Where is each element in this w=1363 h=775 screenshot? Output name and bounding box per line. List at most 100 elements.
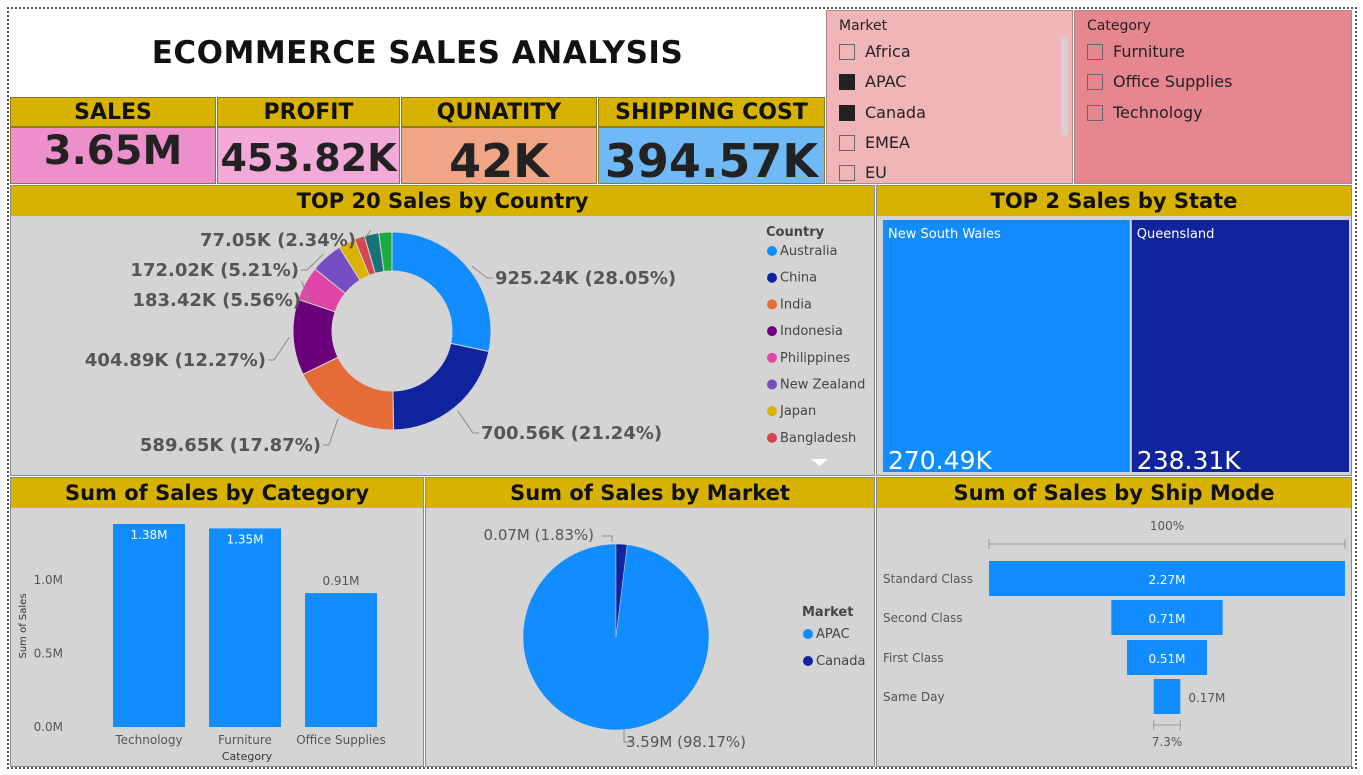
legend-label: Philippines <box>780 351 850 366</box>
legend-label: Indonesia <box>780 324 843 339</box>
market-pie-chart: 0.07M (1.83%) 3.59M (98.17%) Market APAC Can… <box>484 526 866 751</box>
legend-scroll-down-icon[interactable] <box>811 459 828 466</box>
country-donut-chart: 925.24K (28.05%) 700.56K (21.24%) 589.65K … <box>85 225 865 466</box>
funnel-value-label: 2.27M <box>1148 573 1185 587</box>
category-bar <box>113 524 185 727</box>
funnel-bar <box>1153 679 1181 714</box>
y-tick-label: 1.0M <box>34 573 63 587</box>
legend-label: Canada <box>816 654 865 669</box>
category-option-furniture[interactable]: Furniture <box>1087 42 1185 61</box>
legend-dot <box>803 656 813 666</box>
category-option-technology[interactable]: Technology <box>1087 103 1203 122</box>
legend-label: Japan <box>779 404 816 419</box>
treemap-tile <box>1131 220 1349 472</box>
option-label: Technology <box>1113 103 1203 122</box>
legend-dot <box>767 299 777 310</box>
kpi-profit-value: 453.82K <box>217 127 400 184</box>
checkbox[interactable] <box>839 104 855 121</box>
market-slicer: Market Africa APAC Canada EMEA EU <box>826 10 1073 184</box>
donut-data-label: 700.56K (21.24%) <box>481 423 662 444</box>
leader-line <box>602 535 613 542</box>
legend-label: New Zealand <box>780 378 865 393</box>
funnel-bottom-percent: 7.3% <box>1152 735 1183 749</box>
donut-data-label: 77.05K (2.34%) <box>200 230 356 251</box>
category-bar <box>209 528 281 727</box>
funnel-value-label: 0.17M <box>1188 691 1225 705</box>
legend-dot <box>767 326 777 337</box>
legend-label: Australia <box>780 244 838 259</box>
x-tick-label: Technology <box>114 733 182 747</box>
checkbox[interactable] <box>839 73 855 90</box>
option-label: APAC <box>865 72 907 91</box>
kpi-sales-label: SALES <box>10 97 216 127</box>
legend-dot <box>767 352 777 363</box>
market-option-canada[interactable]: Canada <box>839 103 926 122</box>
x-tick-label: Office Supplies <box>296 733 386 747</box>
market-option-apac[interactable]: APAC <box>839 72 906 91</box>
funnel-category-label: First Class <box>883 651 944 665</box>
slicer-scrollbar[interactable] <box>1061 37 1068 135</box>
legend-dot <box>767 246 777 256</box>
donut-data-label: 404.89K (12.27%) <box>85 350 266 371</box>
legend-dot <box>767 379 777 390</box>
donut-data-label: 172.02K (5.21%) <box>130 260 299 281</box>
checkbox[interactable] <box>839 134 855 151</box>
leader-line <box>457 410 479 434</box>
state-chart-title: TOP 2 Sales by State <box>877 186 1351 216</box>
funnel-value-label: 0.51M <box>1148 652 1185 666</box>
legend-title: Market <box>802 605 853 620</box>
funnel-top-percent: 100% <box>1150 519 1184 533</box>
y-tick-label: 0.5M <box>34 646 63 660</box>
market-chart-title: Sum of Sales by Market <box>426 478 874 508</box>
treemap-tile-value: 270.49K <box>888 446 992 475</box>
kpi-shipping-value: 394.57K <box>598 127 825 184</box>
market-slicer-title: Market <box>839 18 888 34</box>
market-option-eu[interactable]: EU <box>839 163 887 182</box>
kpi-quantity-value: 42K <box>401 127 597 188</box>
x-axis-label: Category <box>222 750 273 763</box>
market-option-emea[interactable]: EMEA <box>839 133 910 152</box>
leader-line <box>268 337 290 361</box>
shipmode-funnel-chart: 100% Standard Class 2.27M Second Class 0.71M… <box>883 519 1346 749</box>
treemap-tile-name: Queensland <box>1137 227 1215 242</box>
checkbox[interactable] <box>1087 43 1103 60</box>
bar-data-label: 0.91M <box>322 574 359 588</box>
category-chart-title: Sum of Sales by Category <box>11 478 423 508</box>
kpi-profit-label: PROFIT <box>217 97 400 127</box>
pie-data-label: 0.07M (1.83%) <box>484 526 594 544</box>
market-option-africa[interactable]: Africa <box>839 42 911 61</box>
kpi-shipping-label: SHIPPING COST <box>598 97 825 127</box>
pie-data-label: 3.59M (98.17%) <box>626 733 746 751</box>
funnel-category-label: Same Day <box>883 690 945 704</box>
option-label: Office Supplies <box>1113 72 1233 91</box>
category-slicer: Category Furniture Office Supplies Techn… <box>1074 10 1352 184</box>
page-title: ECOMMERCE SALES ANALYSIS <box>151 35 684 71</box>
leader-line <box>323 418 339 446</box>
treemap-tile <box>883 220 1130 472</box>
legend-label: APAC <box>816 627 850 642</box>
legend-dot <box>767 406 777 417</box>
option-label: Furniture <box>1113 42 1185 61</box>
legend-label: India <box>780 297 812 312</box>
y-tick-label: 0.0M <box>34 720 63 734</box>
category-bar-chart: 0.0M 0.5M 1.0M Sum of Sales 1.38M Technology 1… <box>18 524 386 763</box>
category-slicer-title: Category <box>1087 18 1151 34</box>
shipmode-sales-panel: Sum of Sales by Ship Mode 100% Standard C… <box>876 477 1352 767</box>
checkbox[interactable] <box>1087 104 1103 121</box>
country-sales-panel: TOP 20 Sales by Country 925.24K (28.05%)… <box>10 185 875 476</box>
category-option-office-supplies[interactable]: Office Supplies <box>1087 72 1232 91</box>
treemap-tile-value: 238.31K <box>1137 446 1241 475</box>
donut-slice <box>391 231 492 353</box>
title-box: ECOMMERCE SALES ANALYSIS <box>10 10 825 96</box>
checkbox[interactable] <box>1087 73 1103 90</box>
market-sales-panel: Sum of Sales by Market 0.07M (1.83%) 3.59… <box>425 477 875 767</box>
option-label: EMEA <box>865 133 910 152</box>
checkbox[interactable] <box>839 164 855 181</box>
x-tick-label: Furniture <box>218 733 272 747</box>
category-bar <box>305 593 377 727</box>
funnel-category-label: Standard Class <box>883 572 973 586</box>
bar-data-label: 1.38M <box>130 528 167 542</box>
option-label: Canada <box>865 103 926 122</box>
checkbox[interactable] <box>839 43 855 60</box>
leader-line <box>471 265 493 279</box>
